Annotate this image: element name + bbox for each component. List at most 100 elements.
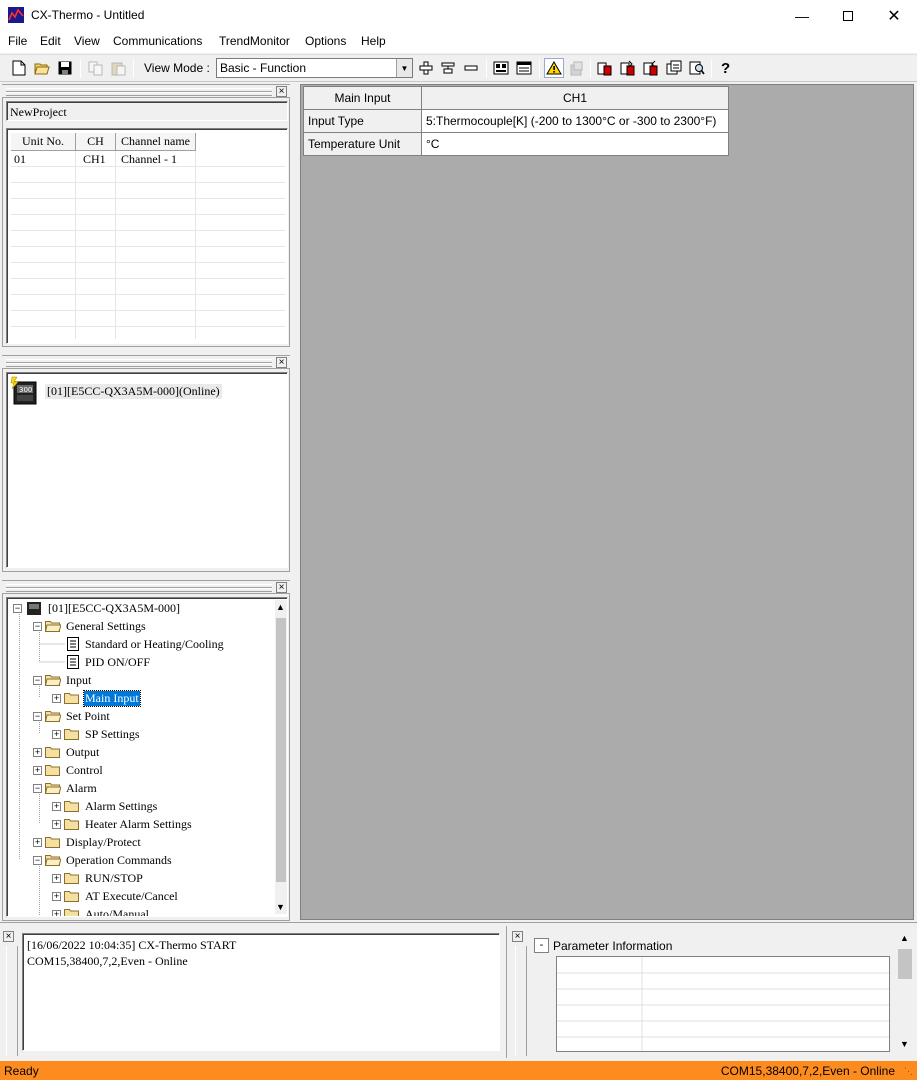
chevron-up-icon[interactable]: ▲ xyxy=(276,602,285,612)
view-mode-select[interactable]: Basic - Function ▼ xyxy=(216,58,413,78)
collapse-icon[interactable]: − xyxy=(33,783,42,793)
expand-icon[interactable]: + xyxy=(52,819,61,829)
tree-node-operation-commands[interactable]: − Operation Commands xyxy=(33,851,173,869)
tree-node-output[interactable]: + Output xyxy=(33,743,100,761)
tree-node-alarm[interactable]: − Alarm xyxy=(33,779,98,797)
scrollbar-thumb[interactable] xyxy=(276,618,286,882)
tree-scrollbar[interactable]: ▲ ▼ xyxy=(275,600,287,914)
tree-node-root[interactable]: − [01][E5CC-QX3A5M-000] xyxy=(13,599,181,617)
close-icon[interactable]: × xyxy=(276,582,287,593)
collapse-icon[interactable]: − xyxy=(33,855,42,865)
tree-node-input[interactable]: − Input xyxy=(33,671,92,689)
expand-icon[interactable]: + xyxy=(52,693,61,703)
close-icon[interactable]: × xyxy=(276,86,287,97)
collapse-icon[interactable]: − xyxy=(33,711,42,721)
verify-icon[interactable] xyxy=(664,58,684,78)
expand-icon[interactable]: + xyxy=(33,837,42,847)
collapse-icon[interactable]: − xyxy=(33,621,42,631)
tree-node-set-point[interactable]: − Set Point xyxy=(33,707,111,725)
grid-header-main-input[interactable]: Main Input xyxy=(304,87,422,110)
cell-channel-name: Channel - 1 xyxy=(121,152,177,166)
search-icon[interactable] xyxy=(687,58,707,78)
menu-edit[interactable]: Edit xyxy=(40,34,61,48)
column-header-unit-no[interactable]: Unit No. xyxy=(11,133,76,151)
table-row[interactable]: 01 CH1 Channel - 1 xyxy=(11,151,285,167)
tree-node-main-input[interactable]: + Main Input xyxy=(52,689,141,707)
scrollbar-thumb[interactable] xyxy=(898,949,912,979)
tree-node-control[interactable]: + Control xyxy=(33,761,104,779)
tree-node-alarm-settings[interactable]: + Alarm Settings xyxy=(52,797,158,815)
expand-icon[interactable]: + xyxy=(33,747,42,757)
tree-node-standard-heating-cooling[interactable]: Standard or Heating/Cooling xyxy=(67,635,225,653)
chevron-down-icon[interactable]: ▼ xyxy=(396,59,412,77)
grid-header-ch1[interactable]: CH1 xyxy=(422,87,729,110)
maximize-button[interactable] xyxy=(825,0,871,31)
tree-node-display-protect[interactable]: + Display/Protect xyxy=(33,833,142,851)
chevron-up-icon[interactable]: ▲ xyxy=(900,933,909,943)
close-button[interactable]: ✕ xyxy=(871,0,917,31)
tree-node-sp-settings[interactable]: + SP Settings xyxy=(52,725,141,743)
disabled-icon[interactable] xyxy=(566,58,586,78)
resize-grip-icon[interactable]: ⋱ xyxy=(904,1066,913,1077)
maximize-icon xyxy=(843,10,853,21)
expand-icon[interactable]: + xyxy=(52,801,61,811)
warning-icon[interactable] xyxy=(544,58,564,78)
param-info-toggle[interactable]: - xyxy=(534,938,549,953)
grid-label-temperature-unit[interactable]: Temperature Unit xyxy=(304,133,422,156)
controller-icon: 300 xyxy=(10,376,40,406)
transfer-icon[interactable] xyxy=(595,58,615,78)
close-icon[interactable]: × xyxy=(276,357,287,368)
grid-value-temperature-unit[interactable]: °C xyxy=(422,133,729,156)
expand-icon[interactable]: + xyxy=(52,873,61,883)
device-view-icon[interactable] xyxy=(491,58,511,78)
column-header-channel-name[interactable]: Channel name xyxy=(116,133,196,151)
menu-view[interactable]: View xyxy=(74,34,100,48)
tree-node-at-execute-cancel[interactable]: + AT Execute/Cancel xyxy=(52,887,179,905)
menu-help[interactable]: Help xyxy=(361,34,386,48)
tree-node-heater-alarm-settings[interactable]: + Heater Alarm Settings xyxy=(52,815,193,833)
column-header-ch[interactable]: CH xyxy=(76,133,116,151)
close-icon[interactable]: × xyxy=(3,931,14,942)
expand-icon[interactable] xyxy=(416,58,436,78)
collapse-icon[interactable] xyxy=(461,58,481,78)
table-row xyxy=(11,247,285,263)
compare-icon[interactable] xyxy=(438,58,458,78)
transfer-to-device-icon[interactable] xyxy=(618,58,638,78)
monitor-icon[interactable] xyxy=(514,58,534,78)
save-icon[interactable] xyxy=(55,58,75,78)
folder-open-icon xyxy=(45,620,61,632)
param-info-scrollbar[interactable]: ▲ ▼ xyxy=(896,929,914,1053)
chevron-down-icon[interactable]: ▼ xyxy=(900,1039,909,1049)
tree-node-run-stop[interactable]: + RUN/STOP xyxy=(52,869,144,887)
menu-options[interactable]: Options xyxy=(305,34,346,48)
open-folder-icon[interactable] xyxy=(32,58,52,78)
expand-icon[interactable]: + xyxy=(52,891,61,901)
tree-node-auto-manual[interactable]: + Auto/Manual xyxy=(52,905,150,916)
close-icon[interactable]: × xyxy=(512,931,523,942)
collapse-icon[interactable]: − xyxy=(33,675,42,685)
folder-icon xyxy=(64,890,80,902)
collapse-icon[interactable]: − xyxy=(13,603,22,613)
folder-icon xyxy=(64,728,80,740)
expand-icon[interactable]: + xyxy=(33,765,42,775)
tree-node-general-settings[interactable]: − General Settings xyxy=(33,617,147,635)
chevron-down-icon[interactable]: ▼ xyxy=(276,902,285,912)
grid-value-input-type[interactable]: 5:Thermocouple[K] (-200 to 1300°C or -30… xyxy=(422,110,729,133)
menu-file[interactable]: File xyxy=(8,34,27,48)
minimize-button[interactable]: — xyxy=(779,0,825,31)
table-row xyxy=(11,263,285,279)
help-icon[interactable]: ? xyxy=(716,58,736,78)
menu-trendmonitor[interactable]: TrendMonitor xyxy=(219,34,290,48)
menu-communications[interactable]: Communications xyxy=(113,34,202,48)
transfer-from-device-icon[interactable] xyxy=(641,58,661,78)
grid-label-input-type[interactable]: Input Type xyxy=(304,110,422,133)
expand-icon[interactable]: + xyxy=(52,909,61,916)
new-file-icon[interactable] xyxy=(9,58,29,78)
expand-icon[interactable]: + xyxy=(52,729,61,739)
project-name-box[interactable]: NewProject xyxy=(6,101,288,121)
copy-icon[interactable] xyxy=(85,58,105,78)
paste-icon[interactable] xyxy=(108,58,128,78)
device-label[interactable]: [01][E5CC-QX3A5M-000](Online) xyxy=(45,384,222,399)
table-row xyxy=(11,199,285,215)
tree-node-pid-on-off[interactable]: PID ON/OFF xyxy=(67,653,151,671)
